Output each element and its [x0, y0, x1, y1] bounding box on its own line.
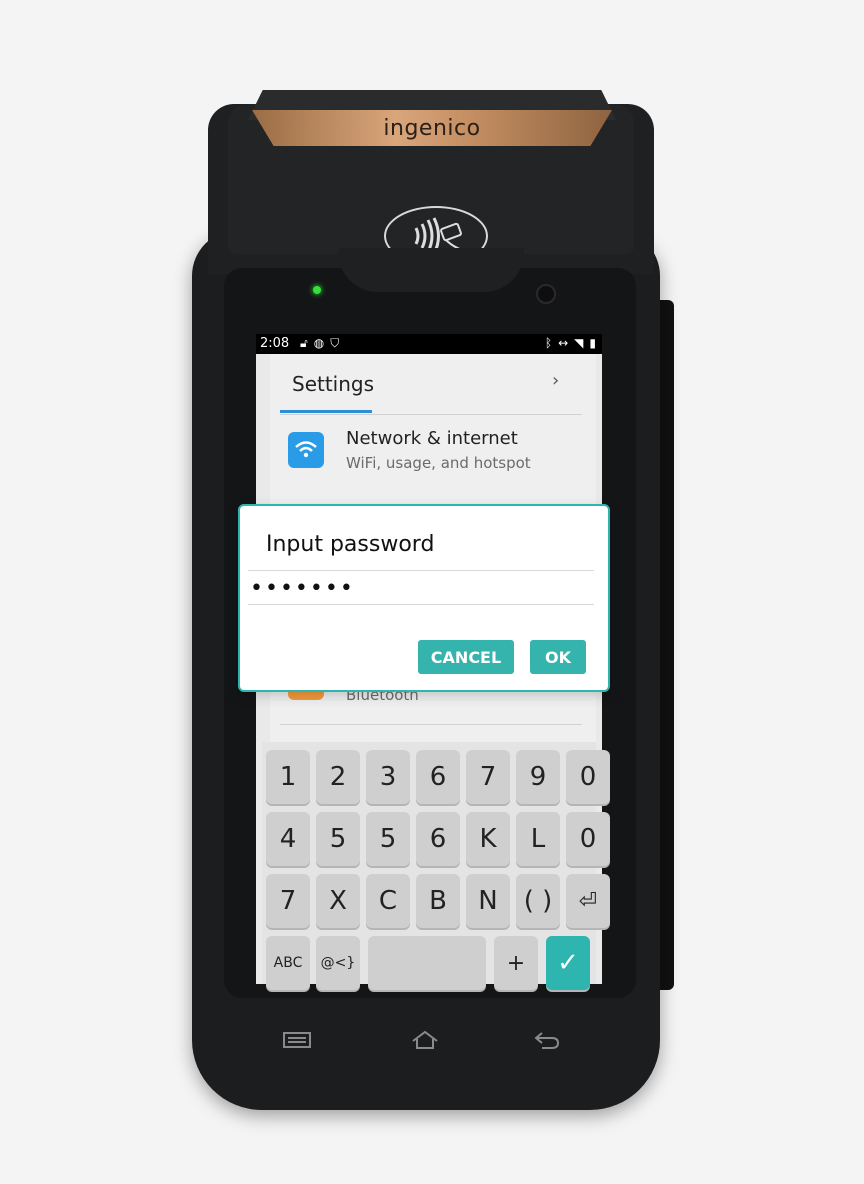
key[interactable]: 3: [366, 750, 410, 804]
confirm-key[interactable]: ✓: [546, 936, 590, 990]
settings-item-title: Network & internet: [346, 428, 518, 449]
key[interactable]: 6: [416, 812, 460, 866]
input-underline: [248, 604, 594, 605]
key[interactable]: 6: [416, 750, 460, 804]
back-icon[interactable]: [532, 1030, 562, 1056]
space-key[interactable]: [368, 936, 486, 990]
divider: [248, 570, 594, 571]
key[interactable]: L: [516, 812, 560, 866]
key[interactable]: +: [494, 936, 538, 990]
key[interactable]: 5: [316, 812, 360, 866]
key[interactable]: B: [416, 874, 460, 928]
key[interactable]: 1: [266, 750, 310, 804]
key[interactable]: 7: [266, 874, 310, 928]
divider: [280, 414, 582, 415]
cancel-button[interactable]: CANCEL: [418, 640, 514, 674]
key[interactable]: N: [466, 874, 510, 928]
bluetooth-icon: ᛒ: [544, 336, 553, 350]
signal-icon: ◥: [574, 336, 584, 350]
key[interactable]: ( ): [516, 874, 560, 928]
bezel-notch: [338, 248, 524, 292]
status-bar: 2:08 🔓︎ ◍ ⛉ ᛒ ↔ ◥ ▮: [256, 334, 602, 354]
password-dialog: Input password ••••••• CANCEL OK: [238, 504, 610, 692]
brand-band: ingenico: [252, 110, 612, 146]
numeric-keyboard: 1 2 3 6 7 9 0 4 5 5 6 K L 0 7 X C B N ( …: [262, 742, 610, 990]
shield-icon: ⛉: [330, 336, 340, 350]
abc-key[interactable]: ABC: [266, 936, 310, 990]
key[interactable]: 0: [566, 812, 610, 866]
key[interactable]: C: [366, 874, 410, 928]
key[interactable]: 9: [516, 750, 560, 804]
chevron-right-icon[interactable]: ›: [552, 370, 559, 391]
brand-logo: ingenico: [383, 115, 481, 141]
lock-icon: 🔓︎: [300, 336, 308, 350]
key[interactable]: X: [316, 874, 360, 928]
key[interactable]: K: [466, 812, 510, 866]
status-left-icons: 🔓︎ ◍ ⛉: [300, 336, 339, 351]
password-input[interactable]: •••••••: [250, 576, 355, 601]
settings-item-network[interactable]: Network & internet WiFi, usage, and hots…: [270, 426, 596, 482]
globe-icon: ◍: [313, 336, 325, 350]
status-time: 2:08: [260, 336, 290, 351]
front-camera: [536, 284, 556, 304]
wifi-icon: [288, 432, 324, 468]
tab-indicator: [280, 410, 372, 413]
status-right-icons: ᛒ ↔ ◥ ▮: [545, 336, 596, 350]
key[interactable]: 2: [316, 750, 360, 804]
status-led: [313, 286, 321, 294]
key[interactable]: 7: [466, 750, 510, 804]
ok-button[interactable]: OK: [530, 640, 586, 674]
key[interactable]: 5: [366, 812, 410, 866]
enter-key[interactable]: ⏎: [566, 874, 610, 928]
settings-item-subtitle: WiFi, usage, and hotspot: [346, 454, 531, 472]
divider: [280, 724, 582, 725]
dialog-title: Input password: [266, 532, 435, 557]
key[interactable]: 0: [566, 750, 610, 804]
symbols-key[interactable]: @<}: [316, 936, 360, 990]
settings-title: Settings: [292, 372, 375, 396]
key[interactable]: 4: [266, 812, 310, 866]
data-arrows-icon: ↔: [558, 336, 569, 350]
home-icon[interactable]: [410, 1030, 440, 1056]
battery-icon: ▮: [589, 336, 596, 350]
menu-icon[interactable]: [282, 1030, 312, 1055]
